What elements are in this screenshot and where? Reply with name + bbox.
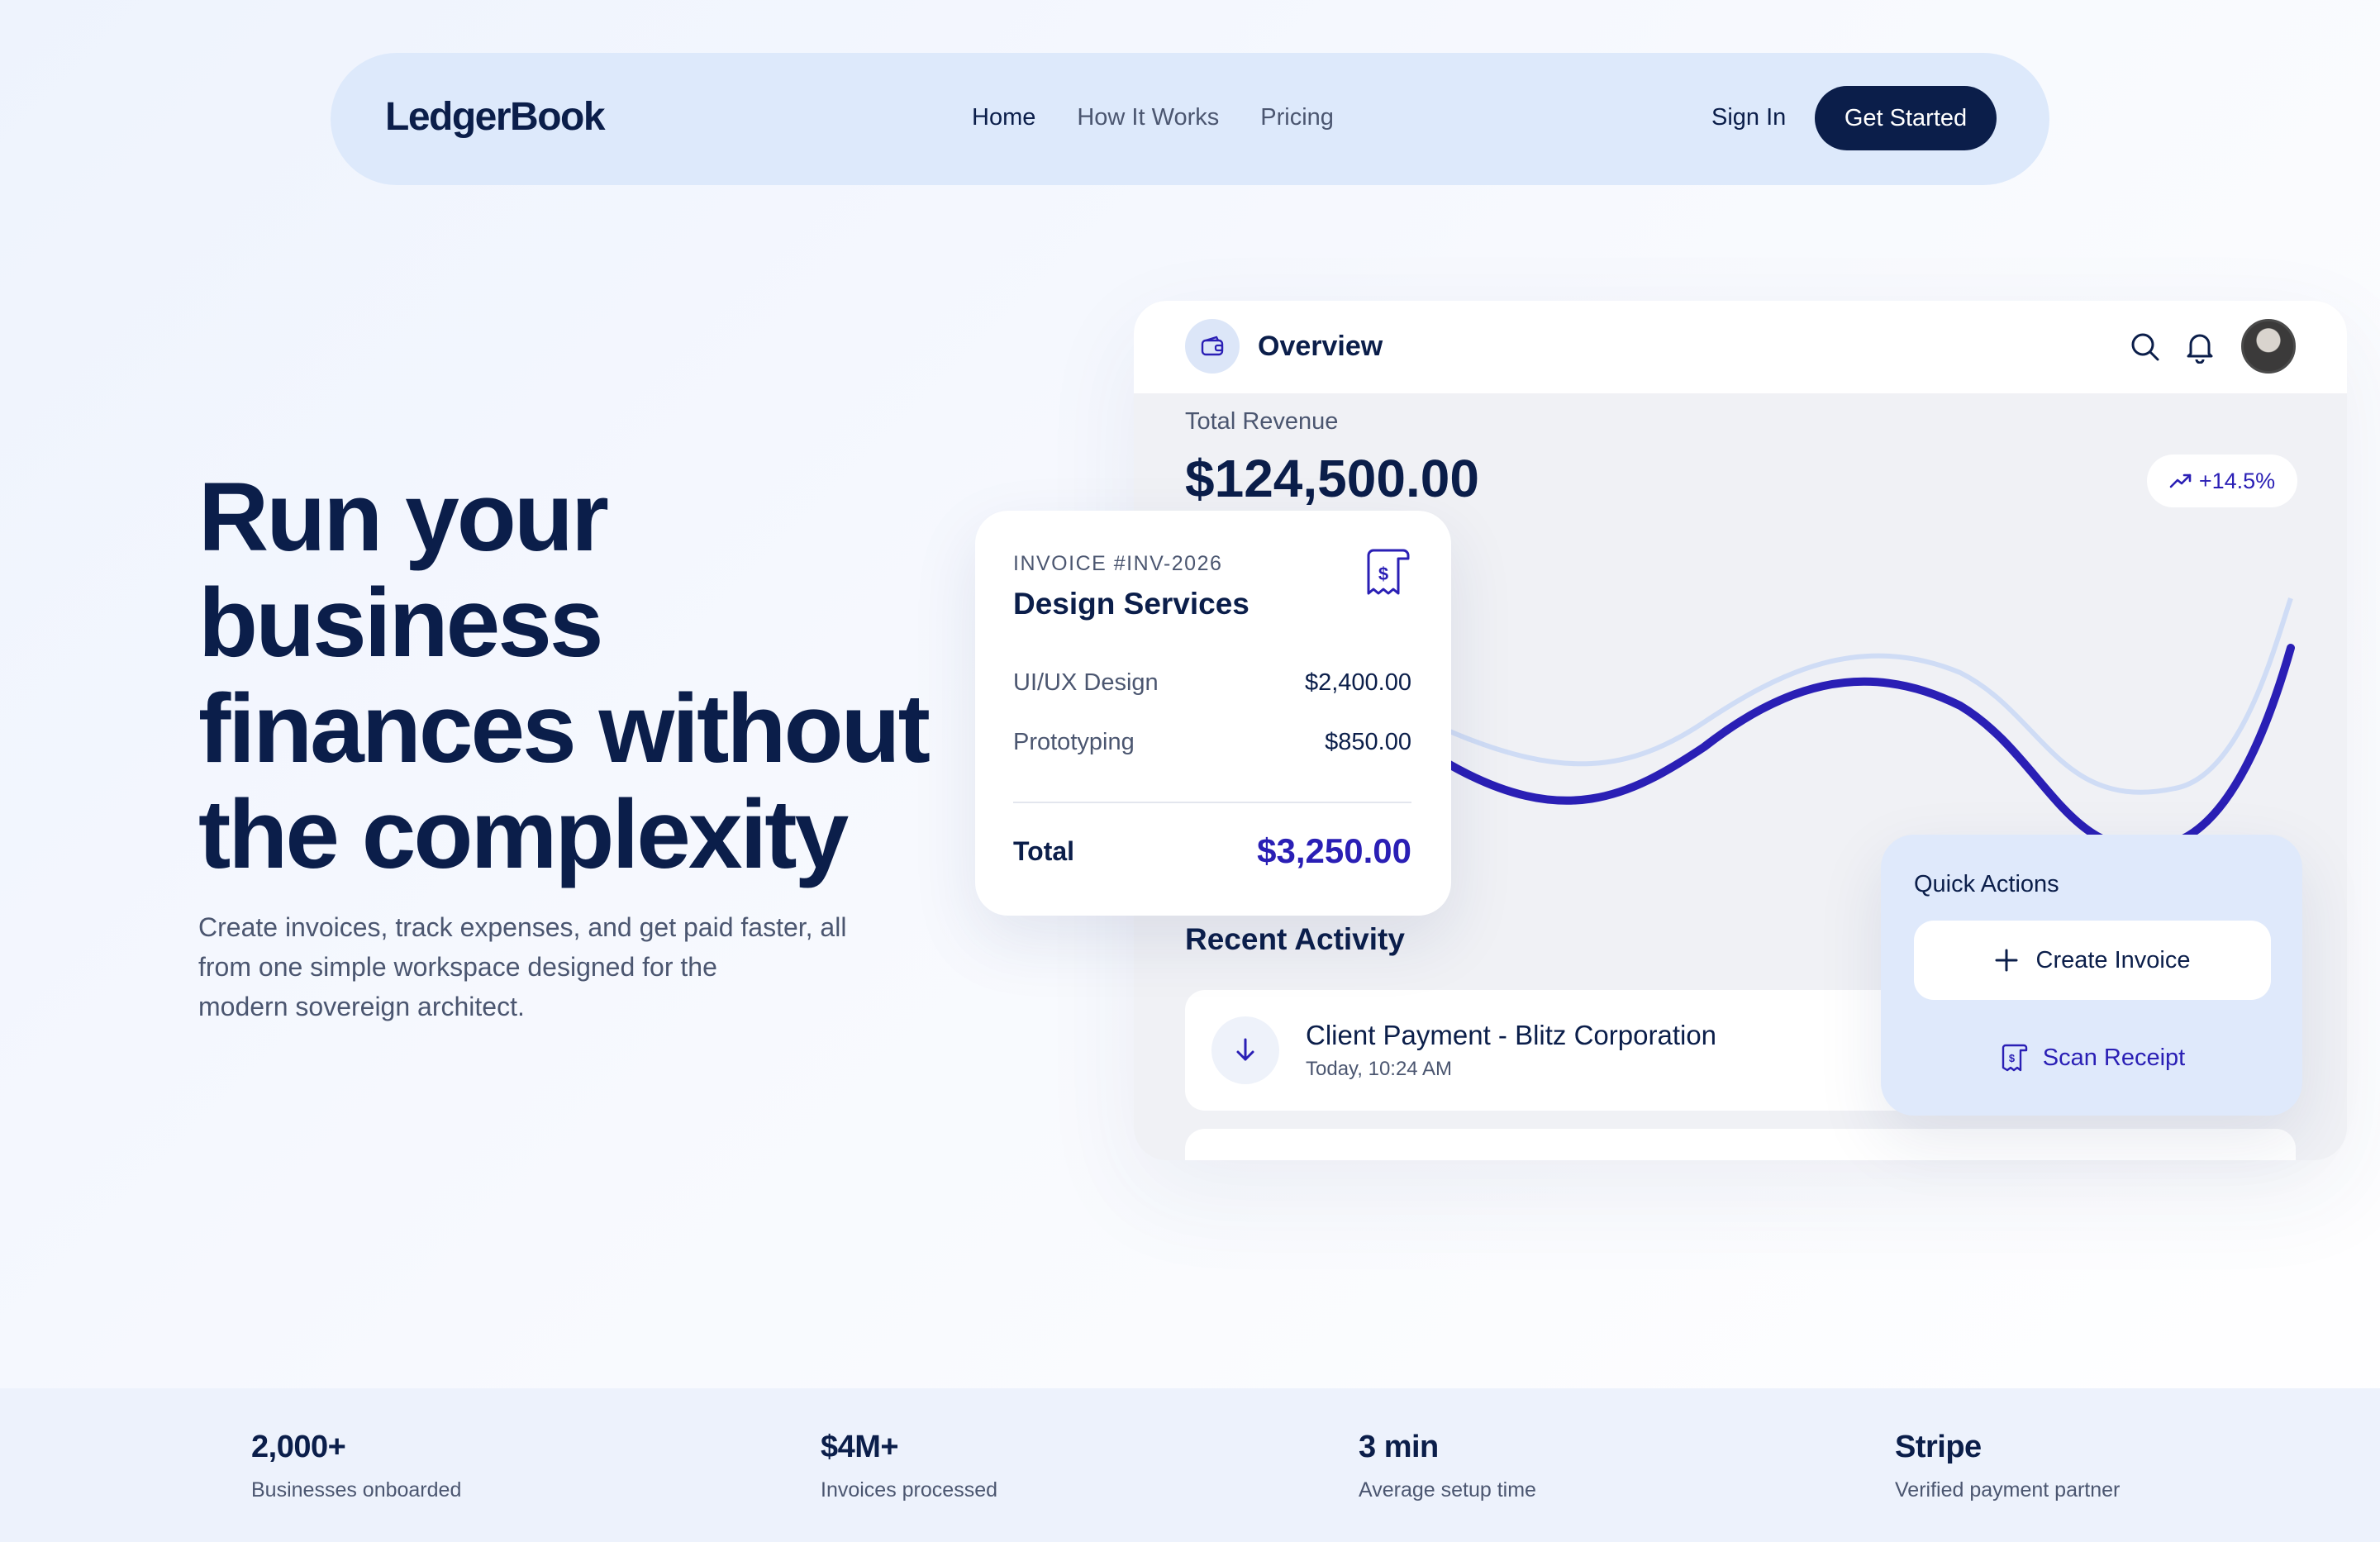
receipt-icon: $ xyxy=(1367,549,1410,595)
invoice-line-label: UI/UX Design xyxy=(1013,669,1159,696)
stat-item: Stripe Verified payment partner xyxy=(1895,1430,2120,1502)
stat-item: $4M+ Invoices processed xyxy=(821,1430,997,1502)
invoice-total-label: Total xyxy=(1013,836,1075,866)
invoice-divider xyxy=(1013,802,1411,803)
logo[interactable]: LedgerBook xyxy=(385,94,606,140)
invoice-number: INVOICE #INV-2026 xyxy=(1013,552,1223,575)
hero-title-line: the complexity xyxy=(198,780,849,889)
hero-title-line: Run your xyxy=(198,463,609,572)
activity-time: Today, 10:24 AM xyxy=(1306,1058,1452,1080)
create-invoice-label: Create Invoice xyxy=(2035,946,2191,973)
create-invoice-button[interactable]: Create Invoice xyxy=(1914,921,2271,1000)
activity-title: Client Payment - Blitz Corporation xyxy=(1306,1020,1717,1050)
invoice-total-amount: $3,250.00 xyxy=(1257,831,1411,870)
sign-in-link[interactable]: Sign In xyxy=(1711,104,1786,131)
stat-value: 3 min xyxy=(1359,1430,1439,1464)
hero-subtitle-line: modern sovereign architect. xyxy=(198,992,525,1021)
recent-activity-title: Recent Activity xyxy=(1185,922,1405,956)
svg-text:$: $ xyxy=(1378,564,1388,584)
stat-value: Stripe xyxy=(1895,1430,1982,1464)
get-started-button[interactable]: Get Started xyxy=(1815,86,1997,150)
activity-row[interactable] xyxy=(1185,1129,2296,1160)
stat-item: 2,000+ Businesses onboarded xyxy=(251,1430,461,1502)
svg-text:$: $ xyxy=(2009,1052,2016,1064)
stat-item: 3 min Average setup time xyxy=(1359,1430,1536,1502)
receipt-icon: $ xyxy=(2002,1044,2027,1072)
quick-actions-title: Quick Actions xyxy=(1914,871,2059,897)
hero-subtitle-line: Create invoices, track expenses, and get… xyxy=(198,912,847,942)
scan-receipt-label: Scan Receipt xyxy=(2042,1044,2186,1071)
hero-title-line: finances without xyxy=(198,674,931,783)
quick-actions-card: Quick Actions Create Invoice $ Scan Rece… xyxy=(1881,835,2302,1116)
stat-value: $4M+ xyxy=(821,1430,899,1464)
invoice-title: Design Services xyxy=(1013,587,1250,621)
scan-receipt-button[interactable]: $ Scan Receipt xyxy=(1914,1025,2271,1091)
invoice-line-amount: $850.00 xyxy=(1325,729,1411,755)
hero-subtitle-line: from one simple workspace designed for t… xyxy=(198,952,717,982)
revenue-trend-line xyxy=(1444,644,2295,852)
nav-how-it-works-link[interactable]: How It Works xyxy=(1077,104,1219,131)
stat-label: Businesses onboarded xyxy=(251,1478,462,1502)
hero-title: Run your business finances without the c… xyxy=(198,464,992,888)
stat-label: Invoices processed xyxy=(821,1478,998,1502)
top-navbar: LedgerBook Home How It Works Pricing Sig… xyxy=(331,53,2049,185)
hero-title-line: business xyxy=(198,569,604,678)
nav-links: Home How It Works Pricing xyxy=(972,104,1334,131)
nav-pricing-link[interactable]: Pricing xyxy=(1260,104,1334,131)
hero-subtitle: Create invoices, track expenses, and get… xyxy=(198,907,909,1026)
revenue-trend-line-secondary xyxy=(1446,597,2293,795)
stat-label: Average setup time xyxy=(1359,1478,1536,1502)
invoice-line-label: Prototyping xyxy=(1013,729,1135,755)
invoice-line-amount: $2,400.00 xyxy=(1304,669,1411,696)
stats-bar: 2,000+ Businesses onboarded $4M+ Invoice… xyxy=(0,1388,2380,1542)
nav-home-link[interactable]: Home xyxy=(972,104,1035,131)
plus-icon xyxy=(1995,949,2017,972)
invoice-card: INVOICE #INV-2026 Design Services $ UI/U… xyxy=(975,511,1451,916)
arrow-down-icon xyxy=(1211,1016,1279,1084)
stat-label: Verified payment partner xyxy=(1895,1478,2121,1502)
stat-value: 2,000+ xyxy=(251,1430,346,1464)
